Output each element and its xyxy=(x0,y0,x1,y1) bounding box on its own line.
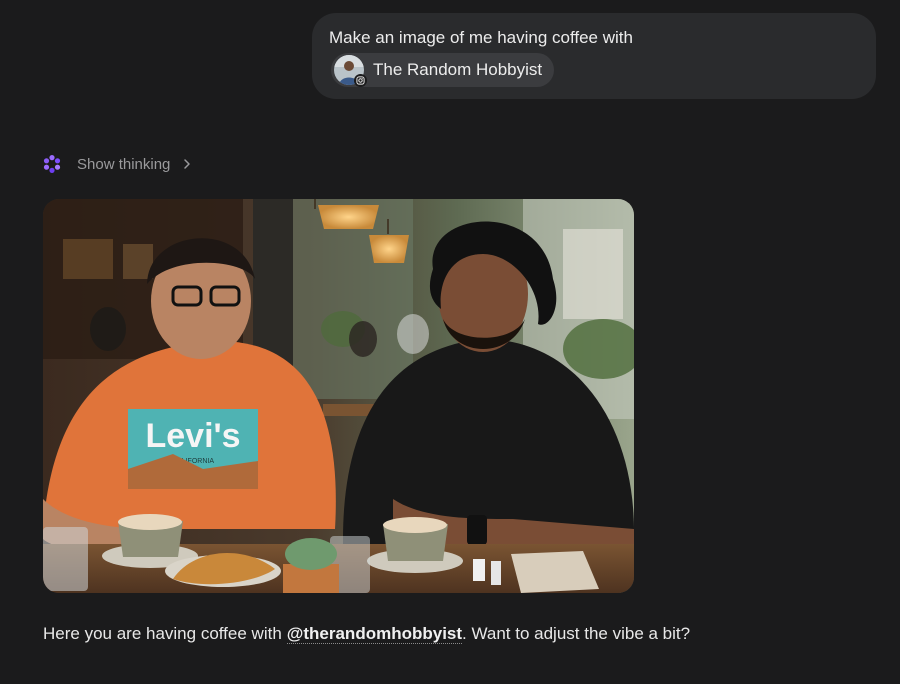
generated-image[interactable]: Levi's CALIFORNIA xyxy=(43,199,634,593)
shirt-print: Levi's xyxy=(145,417,240,455)
chevron-right-icon xyxy=(184,159,191,169)
sparkle-icon xyxy=(43,155,61,173)
show-thinking-label: Show thinking xyxy=(77,155,171,173)
mention-name: The Random Hobbyist xyxy=(373,60,543,79)
mention-chip[interactable]: The Random Hobbyist xyxy=(331,53,555,87)
user-message-text: Make an image of me having coffee with xyxy=(329,28,633,47)
assistant-response: Here you are having coffee with @therando… xyxy=(43,624,690,644)
chat-page: Make an image of me having coffee with T… xyxy=(0,0,900,684)
user-message-bubble: Make an image of me having coffee with T… xyxy=(312,13,876,99)
handle-link[interactable]: @therandomhobbyist xyxy=(286,624,463,644)
show-thinking-toggle[interactable]: Show thinking xyxy=(42,153,194,175)
response-prefix: Here you are having coffee with xyxy=(43,624,282,643)
instagram-icon xyxy=(354,74,367,87)
avatar xyxy=(334,55,367,87)
response-suffix: . Want to adjust the vibe a bit? xyxy=(462,624,691,643)
